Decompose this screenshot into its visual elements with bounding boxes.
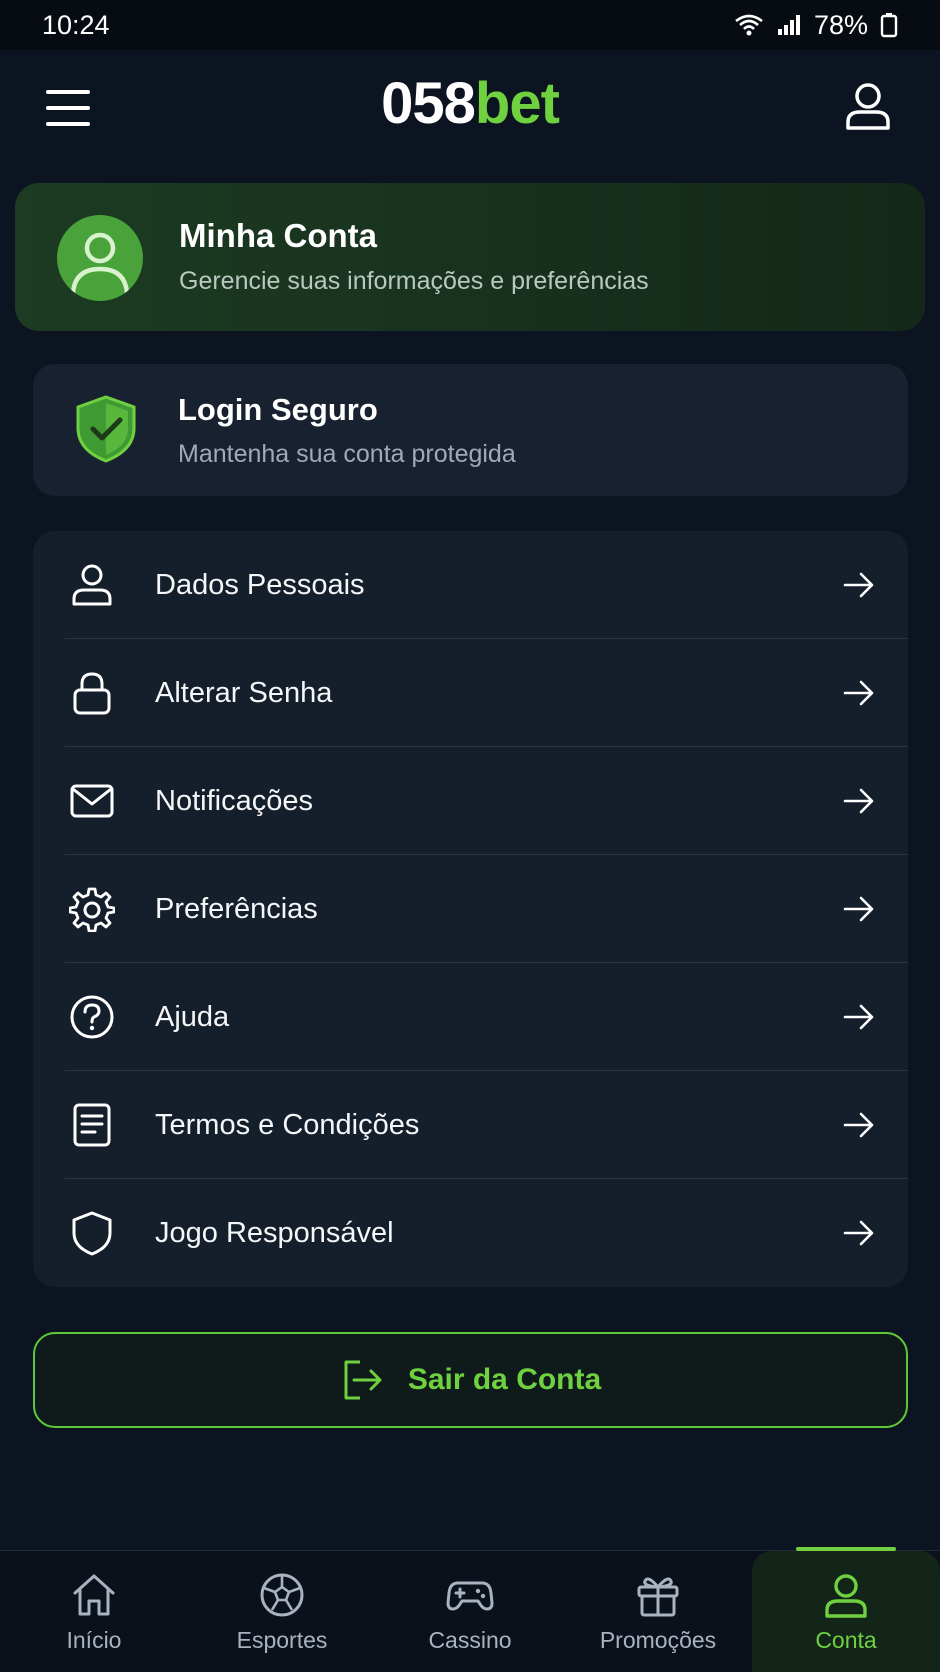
user-icon: [72, 564, 112, 606]
menu-item-label: Notificações: [155, 784, 313, 817]
arrow-right-icon: [843, 1220, 874, 1246]
logout-label: Sair da Conta: [407, 1363, 602, 1396]
account-title: Minha Conta: [179, 217, 377, 254]
menu-item-label: Ajuda: [155, 1000, 230, 1033]
account-subtitle: Gerencie suas informações e preferências: [179, 267, 649, 295]
menu-item-jogo-responsavel[interactable]: Jogo Responsável: [33, 1179, 908, 1287]
menu-item-alterar-senha[interactable]: Alterar Senha: [33, 639, 908, 747]
secure-login-card[interactable]: Login Seguro Mantenha sua conta protegid…: [33, 364, 908, 496]
account-menu-list: Dados Pessoais Alterar Senha Notificaçõe…: [33, 531, 908, 1287]
logout-icon: [344, 1360, 382, 1400]
nav-item-conta[interactable]: Conta: [752, 1547, 940, 1672]
arrow-right-icon: [843, 572, 874, 598]
bottom-navigation: Início Esportes Cassino Promoções Conta: [0, 1547, 940, 1672]
battery-icon: [880, 13, 898, 38]
nav-label: Conta: [815, 1627, 877, 1653]
gamepad-icon: [446, 1581, 494, 1611]
nav-item-esportes[interactable]: Esportes: [188, 1551, 376, 1672]
logo-text-number: 058: [381, 71, 476, 136]
status-icons: 78%: [734, 10, 898, 41]
nav-item-cassino[interactable]: Cassino: [376, 1551, 564, 1672]
avatar: [57, 215, 143, 301]
lock-icon: [73, 672, 111, 715]
arrow-right-icon: [843, 896, 874, 922]
menu-item-ajuda[interactable]: Ajuda: [33, 963, 908, 1071]
user-icon: [825, 1574, 867, 1618]
shield-icon: [72, 1211, 112, 1256]
menu-item-termos[interactable]: Termos e Condições: [33, 1071, 908, 1179]
arrow-right-icon: [843, 788, 874, 814]
nav-item-inicio[interactable]: Início: [0, 1551, 188, 1672]
gear-icon: [69, 887, 115, 932]
gift-icon: [637, 1577, 679, 1617]
wifi-icon: [735, 14, 763, 36]
menu-item-label: Dados Pessoais: [155, 568, 365, 601]
document-icon: [73, 1103, 111, 1147]
account-summary-card: Minha Conta Gerencie suas informações e …: [15, 183, 925, 331]
status-bar: 10:24 78%: [0, 0, 940, 50]
home-icon: [73, 1574, 115, 1616]
nav-label: Promoções: [599, 1627, 717, 1653]
menu-item-dados-pessoais[interactable]: Dados Pessoais: [33, 531, 908, 639]
arrow-right-icon: [843, 680, 874, 706]
status-time: 10:24: [42, 9, 110, 40]
avatar-user-icon: [70, 232, 130, 294]
arrow-right-icon: [843, 1112, 874, 1138]
secure-login-title: Login Seguro: [178, 392, 378, 427]
profile-icon[interactable]: [842, 80, 894, 132]
help-icon: [70, 995, 114, 1039]
ball-icon: [260, 1573, 304, 1617]
app-header: 058bet: [0, 50, 940, 182]
logo-text-bet: bet: [474, 71, 560, 136]
shield-check-icon: [76, 395, 136, 463]
menu-item-label: Jogo Responsável: [155, 1216, 394, 1249]
menu-item-notificacoes[interactable]: Notificações: [33, 747, 908, 855]
menu-item-label: Termos e Condições: [155, 1108, 420, 1141]
logout-button[interactable]: Sair da Conta: [33, 1332, 908, 1428]
brand-logo[interactable]: 058bet: [0, 74, 940, 134]
arrow-right-icon: [843, 1004, 874, 1030]
battery-level: 78%: [813, 9, 868, 40]
active-tab-indicator: [796, 1547, 896, 1551]
signal-icon: [777, 15, 800, 35]
nav-item-promocoes[interactable]: Promoções: [564, 1551, 752, 1672]
menu-item-label: Preferências: [155, 892, 318, 925]
nav-label: Início: [66, 1627, 122, 1653]
nav-label: Cassino: [428, 1627, 512, 1653]
menu-item-label: Alterar Senha: [155, 676, 333, 709]
secure-login-subtitle: Mantenha sua conta protegida: [178, 440, 516, 468]
menu-item-preferencias[interactable]: Preferências: [33, 855, 908, 963]
mail-icon: [70, 784, 114, 818]
nav-label: Esportes: [236, 1627, 328, 1653]
